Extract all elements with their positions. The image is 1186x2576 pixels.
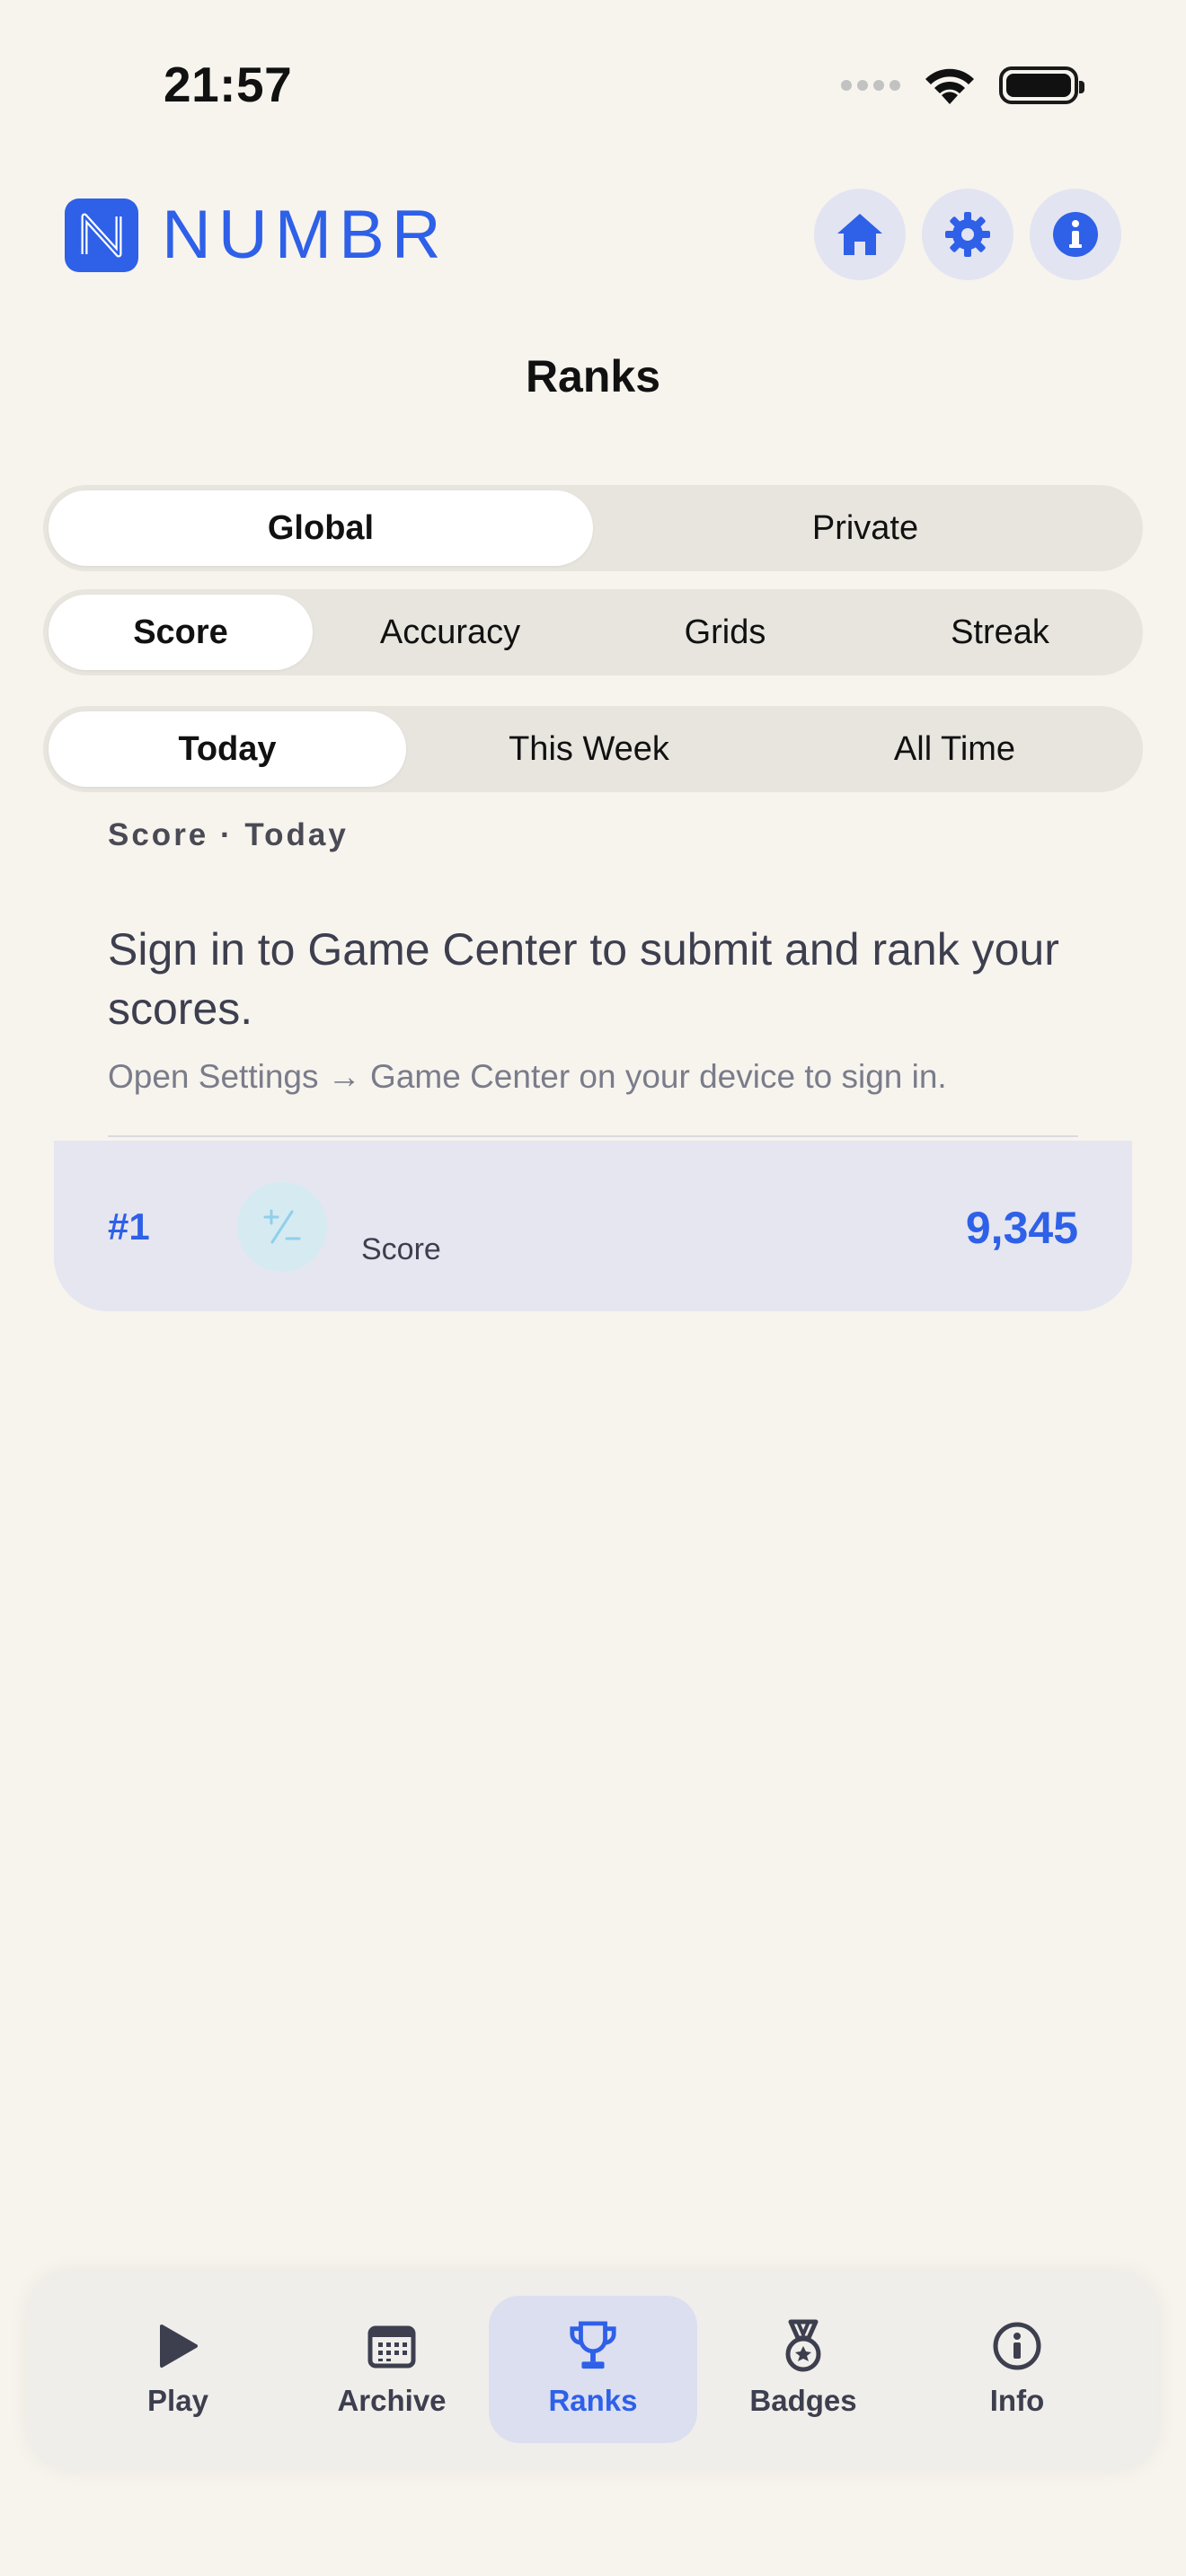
info-button[interactable]: [1030, 189, 1121, 280]
cellular-signal-icon: [841, 80, 900, 91]
tab-label: Ranks: [548, 2384, 638, 2417]
tab-info[interactable]: Info: [913, 2296, 1121, 2443]
wifi-icon: [925, 68, 974, 104]
tab-score[interactable]: Score: [49, 595, 313, 670]
avatar: [237, 1182, 327, 1272]
tab-streak[interactable]: Streak: [863, 595, 1137, 670]
info-icon: [1053, 212, 1098, 257]
numbr-logo-icon: [65, 198, 138, 272]
tab-play[interactable]: Play: [74, 2296, 282, 2443]
trophy-icon: [570, 2321, 616, 2369]
tab-archive[interactable]: Archive: [288, 2296, 496, 2443]
calendar-icon: [367, 2325, 416, 2369]
header-actions: [814, 189, 1121, 280]
tab-ranks[interactable]: Ranks: [489, 2296, 697, 2443]
tab-all-time[interactable]: All Time: [772, 711, 1137, 787]
house-icon: [837, 214, 882, 255]
app-logo: NUMBR: [65, 196, 448, 274]
entry-rank: #1: [108, 1205, 150, 1248]
ranks-screen: 21:57 NUMBR Ranks Global Private Score A…: [0, 0, 1186, 2576]
entry-score: 9,345: [965, 1203, 1078, 1253]
page-title: Ranks: [525, 351, 661, 401]
tab-accuracy[interactable]: Accuracy: [313, 595, 588, 670]
metric-segmented-control: Score Accuracy Grids Streak: [43, 589, 1143, 675]
plus-minus-icon: [263, 1209, 301, 1244]
bottom-tab-bar: Play Archive Ranks Badges Info: [27, 2271, 1159, 2470]
tab-label: Badges: [749, 2384, 857, 2417]
tab-badges[interactable]: Badges: [699, 2296, 907, 2443]
status-icons: [841, 65, 1084, 106]
info-icon: [993, 2322, 1041, 2370]
gear-icon: [945, 212, 990, 257]
tab-grids[interactable]: Grids: [588, 595, 863, 670]
tab-private[interactable]: Private: [593, 490, 1137, 566]
tab-today[interactable]: Today: [49, 711, 406, 787]
signin-hint: Open Settings → Game Center on your devi…: [108, 1058, 947, 1095]
medal-icon: [785, 2319, 821, 2372]
entry-label: Score: [361, 1232, 441, 1266]
settings-button[interactable]: [922, 189, 1013, 280]
play-icon: [160, 2325, 198, 2368]
tab-label: Archive: [337, 2384, 447, 2417]
tab-label: Info: [989, 2384, 1045, 2417]
home-button[interactable]: [814, 189, 906, 280]
divider: [108, 1135, 1078, 1137]
leaderboard-entry[interactable]: #1 Score 9,345: [54, 1141, 1132, 1311]
battery-icon: [999, 66, 1084, 104]
signin-message: Sign in to Game Center to submit and ran…: [108, 924, 1059, 1034]
tab-this-week[interactable]: This Week: [406, 711, 772, 787]
period-segmented-control: Today This Week All Time: [43, 706, 1143, 792]
status-time: 21:57: [164, 57, 293, 112]
scope-segmented-control: Global Private: [43, 485, 1143, 571]
app-name: NUMBR: [162, 197, 448, 273]
tab-global[interactable]: Global: [49, 490, 593, 566]
tab-label: Play: [147, 2384, 208, 2417]
section-label: Score · Today: [108, 817, 349, 852]
